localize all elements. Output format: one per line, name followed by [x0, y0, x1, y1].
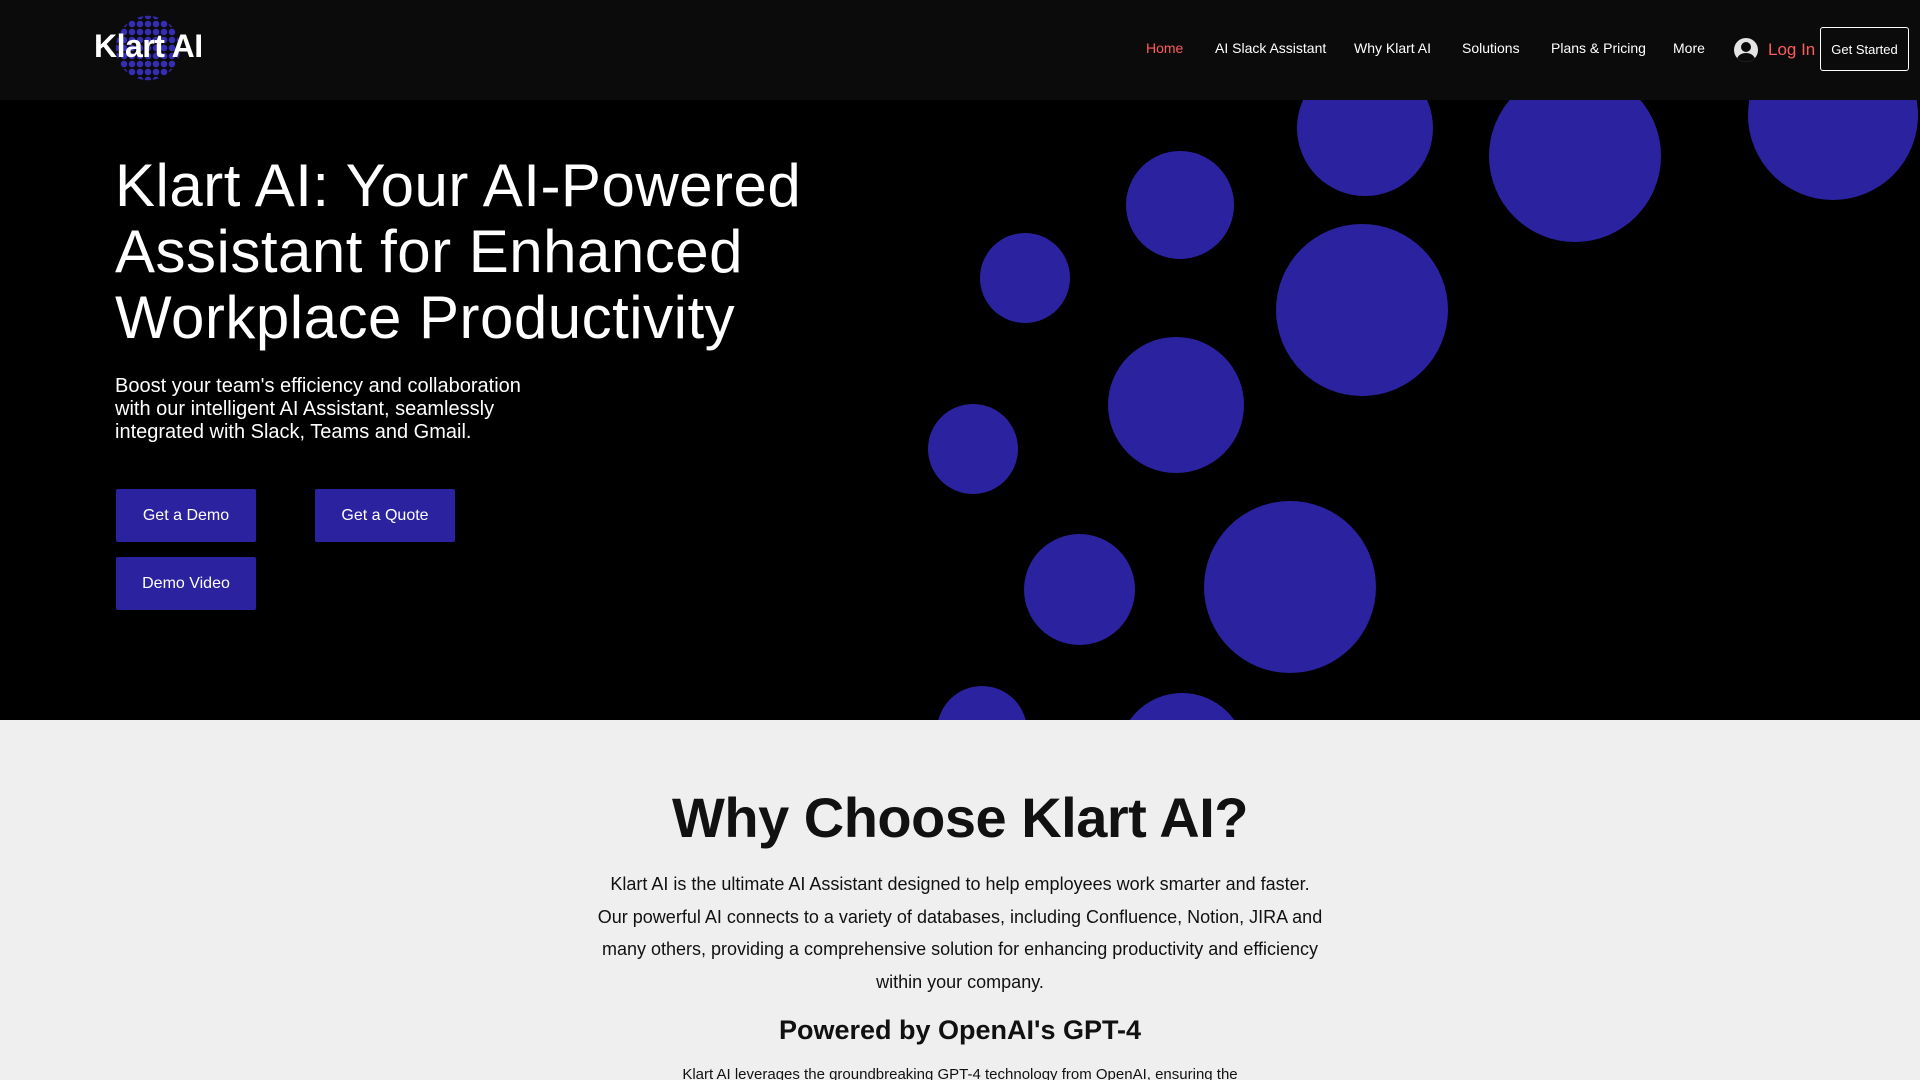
user-avatar-icon [1734, 38, 1758, 62]
decorative-bubble [1489, 100, 1661, 242]
why-section-title: Why Choose Klart AI? [672, 786, 1248, 849]
site-header: Klart AI Home AI Slack Assistant Why Kla… [0, 0, 1920, 100]
decorative-bubble [1118, 693, 1246, 720]
logo-text: Klart AI [94, 28, 203, 64]
get-quote-button[interactable]: Get a Quote [315, 489, 455, 542]
nav-why-klart-ai[interactable]: Why Klart AI [1354, 40, 1431, 56]
demo-video-button[interactable]: Demo Video [116, 557, 256, 610]
get-started-button[interactable]: Get Started [1820, 27, 1909, 71]
decorative-bubble [1748, 100, 1918, 200]
decorative-bubble [1276, 224, 1448, 396]
nav-solutions[interactable]: Solutions [1462, 40, 1520, 56]
decorative-bubble [980, 233, 1070, 323]
leverage-text: Klart AI leverages the groundbreaking GP… [682, 1066, 1238, 1080]
logo[interactable]: Klart AI [92, 10, 203, 84]
hero-section: Klart AI: Your AI-Powered Assistant for … [0, 100, 1920, 720]
login-button[interactable]: Log In [1734, 38, 1815, 62]
decorative-bubble [928, 404, 1018, 494]
decorative-bubble [937, 686, 1027, 720]
decorative-bubble [1108, 337, 1244, 473]
decorative-bubble [1126, 151, 1234, 259]
nav-plans-pricing[interactable]: Plans & Pricing [1551, 40, 1646, 56]
why-section-text: Klart AI is the ultimate AI Assistant de… [597, 874, 1323, 992]
nav-home[interactable]: Home [1146, 40, 1183, 56]
get-demo-button[interactable]: Get a Demo [116, 489, 256, 542]
login-label: Log In [1768, 40, 1816, 59]
nav-ai-slack-assistant[interactable]: AI Slack Assistant [1215, 40, 1326, 56]
powered-by-heading: Powered by OpenAI's GPT-4 [778, 1015, 1141, 1045]
nav-more[interactable]: More [1673, 40, 1705, 56]
decorative-bubble [1204, 501, 1376, 673]
hero-subtitle: Boost your team's efficiency and collabo… [115, 375, 521, 443]
decorative-bubble [1024, 534, 1135, 645]
decorative-bubble [1297, 100, 1433, 196]
hero-title: Klart AI: Your AI-Powered Assistant for … [115, 152, 802, 351]
